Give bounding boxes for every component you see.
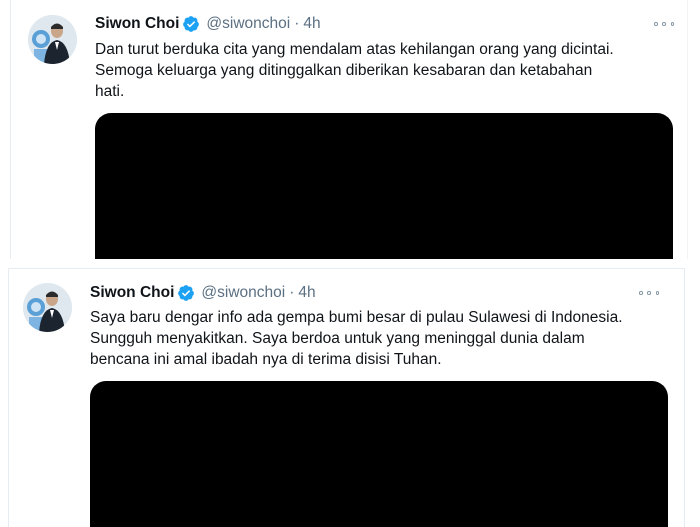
- tweet-header: Siwon Choi @siwonchoi · 4h: [95, 14, 321, 34]
- tweet-card[interactable]: Siwon Choi @siwonchoi · 4h Dan turut ber…: [10, 0, 688, 259]
- tweet-media[interactable]: [95, 113, 673, 259]
- author-name[interactable]: Siwon Choi: [95, 14, 179, 34]
- tweet-card[interactable]: Siwon Choi @siwonchoi · 4h Saya baru den…: [8, 268, 685, 527]
- more-options-icon[interactable]: [639, 287, 659, 299]
- separator-dot: ·: [289, 284, 295, 301]
- avatar-photo: [23, 283, 72, 332]
- avatar[interactable]: [23, 283, 72, 332]
- tweet-media[interactable]: [90, 381, 668, 527]
- author-name[interactable]: Siwon Choi: [90, 283, 174, 303]
- timestamp[interactable]: 4h: [298, 283, 315, 303]
- tweet-header: Siwon Choi @siwonchoi · 4h: [90, 283, 316, 303]
- avatar[interactable]: [28, 15, 77, 64]
- more-options-icon[interactable]: [654, 18, 674, 30]
- avatar-photo: [28, 15, 77, 64]
- author-handle[interactable]: @siwonchoi: [201, 283, 285, 303]
- author-handle[interactable]: @siwonchoi: [206, 14, 290, 34]
- separator-dot: ·: [294, 15, 300, 32]
- timestamp[interactable]: 4h: [303, 14, 320, 34]
- tweet-text: Dan turut berduka cita yang mendalam ata…: [95, 41, 614, 100]
- tweet-text: Saya baru dengar info ada gempa bumi bes…: [90, 309, 623, 368]
- verified-badge-icon: [182, 15, 200, 33]
- verified-badge-icon: [177, 284, 195, 302]
